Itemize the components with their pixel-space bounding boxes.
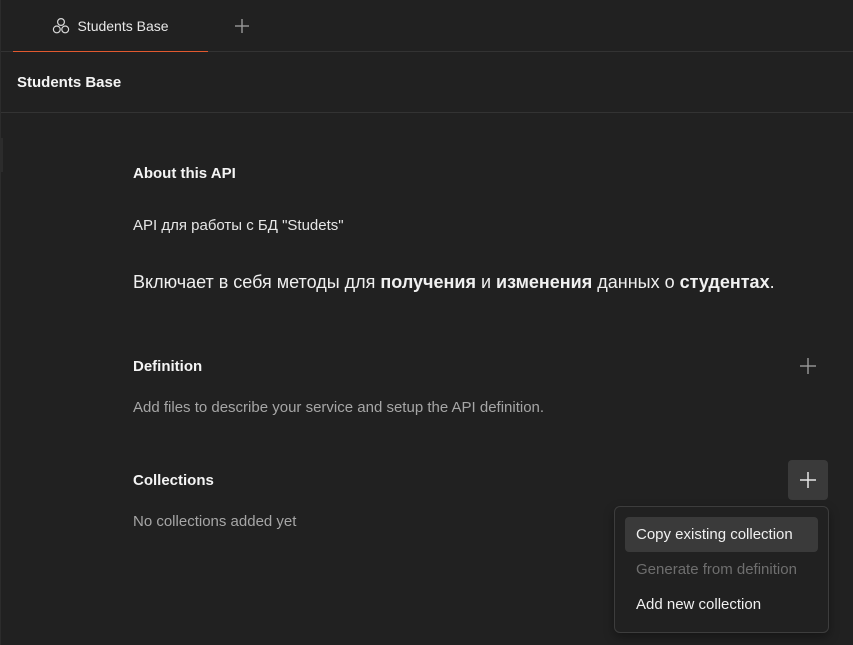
plus-icon bbox=[800, 358, 816, 374]
about-summary: API для работы с БД "Studets" bbox=[133, 217, 344, 234]
collections-empty-text: No collections added yet bbox=[133, 513, 297, 530]
desc-bold: студентах bbox=[679, 272, 770, 292]
tab-students-base[interactable]: Students Base bbox=[13, 0, 208, 52]
add-collection-menu: Copy existing collection Generate from d… bbox=[614, 506, 829, 633]
definition-heading: Definition bbox=[133, 358, 203, 375]
definition-hint: Add files to describe your service and s… bbox=[133, 399, 545, 416]
app-window: Students Base Students Base About this A… bbox=[0, 0, 853, 645]
add-definition-button[interactable] bbox=[788, 346, 828, 386]
desc-bold: изменения bbox=[496, 272, 593, 292]
collections-heading: Collections bbox=[133, 472, 214, 489]
menu-item-generate-from-definition: Generate from definition bbox=[636, 561, 797, 578]
plus-icon bbox=[800, 472, 816, 488]
about-heading: About this API bbox=[133, 165, 236, 182]
desc-text: и bbox=[475, 272, 497, 292]
new-tab-button[interactable] bbox=[231, 15, 253, 37]
page-title: Students Base bbox=[17, 74, 122, 91]
desc-bold: получения bbox=[380, 272, 476, 292]
desc-text: Включает в себя методы для bbox=[133, 272, 381, 292]
api-hexagons-icon bbox=[53, 17, 70, 33]
menu-item-add-new-collection[interactable]: Add new collection bbox=[625, 587, 818, 622]
title-bar: Students Base bbox=[1, 52, 853, 113]
sidebar-edge bbox=[1, 138, 3, 172]
desc-text: данных о bbox=[592, 272, 680, 292]
plus-icon bbox=[235, 19, 249, 33]
about-description: Включает в себя методы для получения и и… bbox=[133, 272, 775, 293]
tab-label: Students Base bbox=[77, 17, 169, 34]
add-collection-button[interactable] bbox=[788, 460, 828, 500]
desc-text: . bbox=[769, 272, 775, 292]
tab-bar: Students Base bbox=[1, 0, 853, 52]
menu-item-copy-existing-collection[interactable]: Copy existing collection bbox=[625, 517, 818, 552]
